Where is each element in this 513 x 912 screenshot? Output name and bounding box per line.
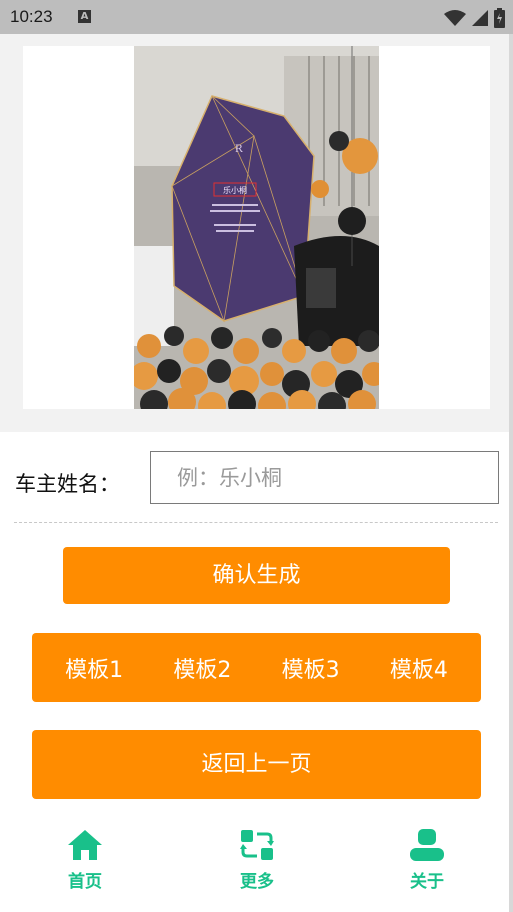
wifi-icon — [444, 10, 466, 26]
nav-more[interactable]: 更多 — [217, 829, 297, 892]
template-4-button[interactable]: 模板4 — [390, 652, 448, 684]
divider — [14, 522, 498, 523]
board-name: 乐小桐 — [223, 185, 247, 195]
confirm-generate-button[interactable]: 确认生成 — [63, 547, 450, 604]
nav-about[interactable]: 关于 — [387, 829, 467, 892]
preview-card: R 乐小桐 — [23, 46, 490, 409]
logo-mark: R — [235, 141, 243, 155]
home-icon — [68, 830, 102, 860]
status-time: 10:23 — [10, 7, 53, 26]
template-3-button[interactable]: 模板3 — [282, 652, 340, 684]
template-1-button[interactable]: 模板1 — [65, 652, 123, 684]
owner-name-row: 车主姓名： — [0, 432, 509, 522]
back-button[interactable]: 返回上一页 — [32, 730, 481, 799]
status-bar: 10:23 A — [0, 0, 513, 34]
status-icons — [444, 8, 505, 28]
owner-name-label: 车主姓名： — [15, 472, 120, 496]
preview-panel: R 乐小桐 — [0, 34, 509, 432]
nav-more-label: 更多 — [240, 872, 274, 892]
nav-home-label: 首页 — [68, 872, 102, 892]
nav-home[interactable]: 首页 — [45, 829, 125, 892]
refresh-icon — [240, 830, 274, 860]
scroll-edge — [509, 34, 513, 912]
preview-photo: R 乐小桐 — [134, 46, 379, 409]
template-2-button[interactable]: 模板2 — [173, 652, 231, 684]
owner-name-input[interactable] — [150, 451, 499, 504]
nav-about-label: 关于 — [410, 872, 444, 892]
user-icon — [410, 829, 444, 861]
bottom-nav: 首页 更多 关于 — [0, 815, 509, 912]
battery-icon — [494, 8, 505, 28]
template-bar: 模板1 模板2 模板3 模板4 — [32, 633, 481, 702]
signal-icon — [472, 10, 488, 26]
notification-icon: A — [78, 10, 91, 23]
